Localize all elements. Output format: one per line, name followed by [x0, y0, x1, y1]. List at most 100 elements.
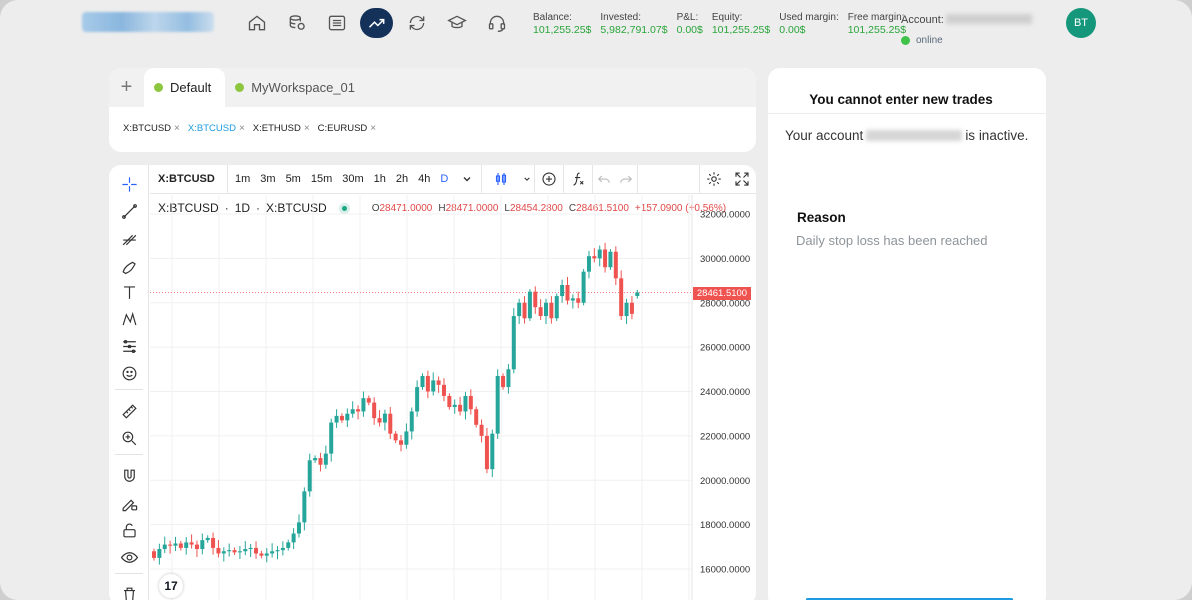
candle-body — [586, 256, 591, 272]
candle-body — [452, 404, 457, 408]
symbol-chip[interactable]: X:BTCUSD × — [123, 123, 180, 134]
account-selector[interactable]: Account: online — [901, 10, 1032, 46]
symbol-chip-active[interactable]: X:BTCUSD × — [188, 123, 245, 134]
candle-body — [189, 542, 194, 545]
interval-4h[interactable]: 4h — [413, 173, 435, 185]
undo-button[interactable] — [593, 165, 615, 194]
y-tick-label: 16000.0000 — [700, 565, 750, 576]
interval-3m[interactable]: 3m — [255, 173, 280, 185]
database-icon — [289, 15, 305, 30]
interval-dropdown-button[interactable] — [453, 165, 481, 194]
candle-body — [296, 522, 301, 534]
candle-body — [248, 547, 253, 550]
y-tick-label: 32000.0000 — [700, 210, 750, 221]
ruler-tool[interactable] — [118, 400, 140, 422]
chart-settings-button[interactable] — [700, 165, 728, 194]
interval-15m[interactable]: 15m — [306, 173, 337, 185]
candle-body — [490, 433, 495, 470]
nav-list-button[interactable] — [320, 8, 353, 38]
trend-line-tool[interactable] — [118, 200, 140, 222]
stat-equity: Equity: 101,255.25$ — [711, 12, 771, 36]
candle-body — [280, 547, 285, 551]
y-tick-label: 26000.0000 — [700, 343, 750, 354]
interval-1h[interactable]: 1h — [369, 173, 391, 185]
pattern-tool[interactable] — [118, 308, 140, 330]
symbol-chip[interactable]: C:EURUSD × — [318, 123, 376, 134]
candle-body — [168, 544, 173, 546]
candle-body — [463, 395, 468, 412]
candle-body — [157, 549, 162, 558]
candle-body — [501, 375, 506, 388]
nav-chart-button[interactable] — [360, 8, 393, 38]
interval-1m[interactable]: 1m — [230, 173, 255, 185]
nav-support-button[interactable] — [480, 8, 513, 38]
candle-body — [323, 453, 328, 465]
emoji-tool[interactable] — [118, 362, 140, 384]
chart-type-button[interactable] — [482, 165, 520, 194]
chart-panel: X:BTCUSD 1m 3m 5m 15m 30m 1h 2h 4h D X:BTCUSD · … — [109, 165, 756, 600]
gear-icon — [707, 172, 721, 186]
symbol-search-button[interactable]: X:BTCUSD — [150, 165, 228, 194]
lock-tool[interactable] — [118, 519, 140, 541]
candle-body — [270, 551, 275, 554]
candle-body — [237, 551, 242, 553]
plus-circle-icon — [542, 172, 556, 186]
candle-body — [608, 251, 613, 268]
nav-refresh-button[interactable] — [400, 8, 433, 38]
candlestick-chart[interactable]: 32000.000030000.000028000.000026000.0000… — [150, 195, 756, 600]
chart-type-dropdown[interactable] — [520, 165, 534, 194]
magnet-tool[interactable] — [118, 465, 140, 487]
tab-default[interactable]: Default — [144, 68, 226, 107]
candle-body — [366, 398, 371, 403]
refresh-icon — [409, 15, 424, 31]
online-dot-icon — [901, 36, 910, 45]
user-avatar[interactable]: BT — [1066, 8, 1096, 38]
nav-education-button[interactable] — [440, 8, 473, 38]
compare-button[interactable] — [535, 165, 563, 194]
chart-top-toolbar: X:BTCUSD 1m 3m 5m 15m 30m 1h 2h 4h D — [150, 165, 756, 194]
candle-body — [597, 249, 602, 259]
interval-30m[interactable]: 30m — [337, 173, 368, 185]
candle-body — [254, 547, 259, 554]
brush-tool[interactable] — [118, 254, 140, 276]
candle-body — [592, 256, 597, 259]
measure-tool[interactable] — [118, 335, 140, 357]
close-icon[interactable]: × — [174, 123, 180, 134]
candle-body — [372, 402, 377, 419]
fib-tool[interactable] — [118, 227, 140, 249]
candle-body — [361, 398, 366, 412]
candle-body — [399, 440, 404, 445]
nav-home-button[interactable] — [240, 8, 273, 38]
crosshair-tool[interactable] — [118, 173, 140, 195]
candle-body — [393, 433, 398, 441]
interval-2h[interactable]: 2h — [391, 173, 413, 185]
candle-body — [629, 302, 634, 314]
close-icon[interactable]: × — [304, 123, 310, 134]
candle-body — [339, 415, 344, 421]
visibility-tool[interactable] — [118, 546, 140, 568]
candle-body — [495, 375, 500, 434]
fullscreen-button[interactable] — [728, 165, 756, 194]
redo-button[interactable] — [615, 165, 637, 194]
tab-myworkspace[interactable]: MyWorkspace_01 — [225, 68, 369, 107]
interval-5m[interactable]: 5m — [281, 173, 306, 185]
symbol-chip[interactable]: X:ETHUSD × — [253, 123, 310, 134]
brand-logo[interactable] — [82, 12, 214, 32]
delete-tool[interactable] — [118, 583, 140, 600]
nav-portfolio-button[interactable] — [280, 8, 313, 38]
pattern-icon — [122, 311, 136, 325]
candle-body — [560, 285, 565, 297]
tradingview-logo[interactable]: 17 — [159, 574, 183, 598]
add-workspace-button[interactable]: + — [109, 68, 144, 107]
close-icon[interactable]: × — [370, 123, 376, 134]
close-icon[interactable]: × — [239, 123, 245, 134]
candle-body — [415, 387, 420, 412]
indicators-button[interactable] — [564, 165, 592, 194]
interval-D[interactable]: D — [435, 173, 453, 185]
candle-body — [178, 543, 183, 548]
text-tool[interactable] — [118, 281, 140, 303]
chevron-down-icon — [463, 177, 471, 182]
fullscreen-icon — [735, 172, 749, 186]
lock-drawing-tool[interactable] — [118, 492, 140, 514]
zoom-tool[interactable] — [118, 427, 140, 449]
